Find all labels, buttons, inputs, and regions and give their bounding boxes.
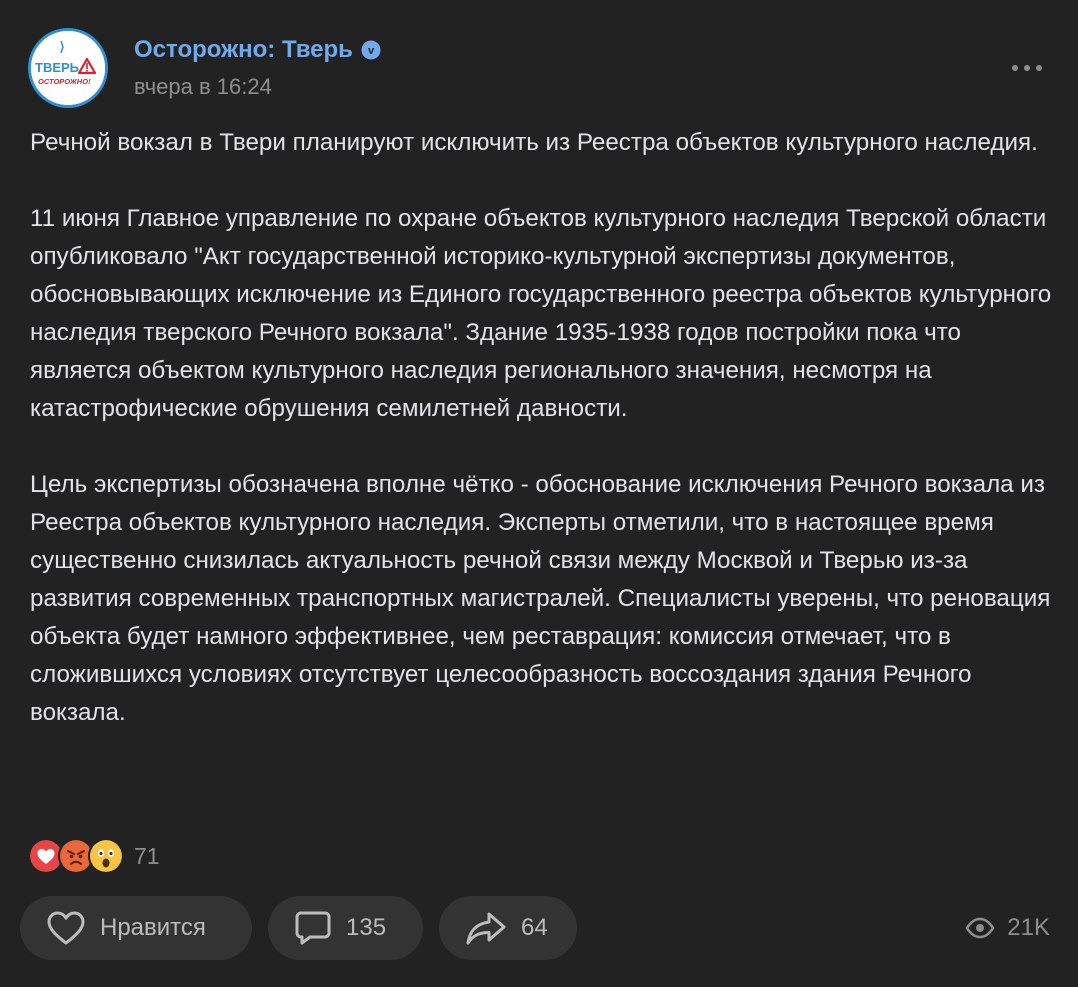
like-label: Нравится — [100, 914, 206, 941]
shares-count: 64 — [521, 914, 548, 941]
post-card: ТВЕРЬ ОСТОРОЖНО! Осторожно: Тверь v вчер… — [0, 0, 1078, 987]
verified-badge-icon: v — [361, 40, 381, 60]
post-actions: Нравится 135 64 — [20, 896, 593, 960]
comments-count: 135 — [346, 914, 387, 941]
views-count: 21K — [1007, 914, 1050, 941]
post-paragraph: 11 июня Главное управление по охране объ… — [30, 205, 1052, 422]
avatar[interactable]: ТВЕРЬ ОСТОРОЖНО! — [28, 28, 108, 108]
heart-icon — [47, 911, 85, 945]
comment-button[interactable]: 135 — [268, 896, 423, 960]
author-name[interactable]: Осторожно: Тверь — [134, 36, 353, 64]
avatar-line1: ТВЕРЬ — [35, 60, 79, 75]
like-button[interactable]: Нравится — [20, 896, 252, 960]
post-timestamp[interactable]: вчера в 16:24 — [134, 74, 272, 100]
reactions-summary[interactable]: 71 — [28, 838, 160, 874]
more-options-icon[interactable] — [1010, 58, 1044, 78]
post-header: ТВЕРЬ ОСТОРОЖНО! Осторожно: Тверь v вчер… — [28, 28, 1050, 108]
eye-icon — [965, 917, 995, 939]
comment-icon — [295, 911, 331, 945]
views-counter: 21K — [965, 910, 1050, 946]
post-paragraph: Цель экспертизы обозначена вполне чётко … — [30, 471, 1051, 726]
reactions-count: 71 — [134, 842, 160, 869]
post-text: Речной вокзал в Твери планируют исключит… — [30, 124, 1055, 732]
avatar-logo-icon: ТВЕРЬ ОСТОРОЖНО! — [31, 31, 105, 105]
share-button[interactable]: 64 — [439, 896, 577, 960]
share-icon — [466, 912, 506, 945]
surprised-face-reaction-icon — [88, 838, 124, 874]
post-paragraph: Речной вокзал в Твери планируют исключит… — [30, 129, 1038, 156]
author-name-row[interactable]: Осторожно: Тверь v — [134, 36, 381, 64]
avatar-line2: ОСТОРОЖНО! — [38, 77, 91, 86]
svg-text:v: v — [368, 45, 375, 57]
